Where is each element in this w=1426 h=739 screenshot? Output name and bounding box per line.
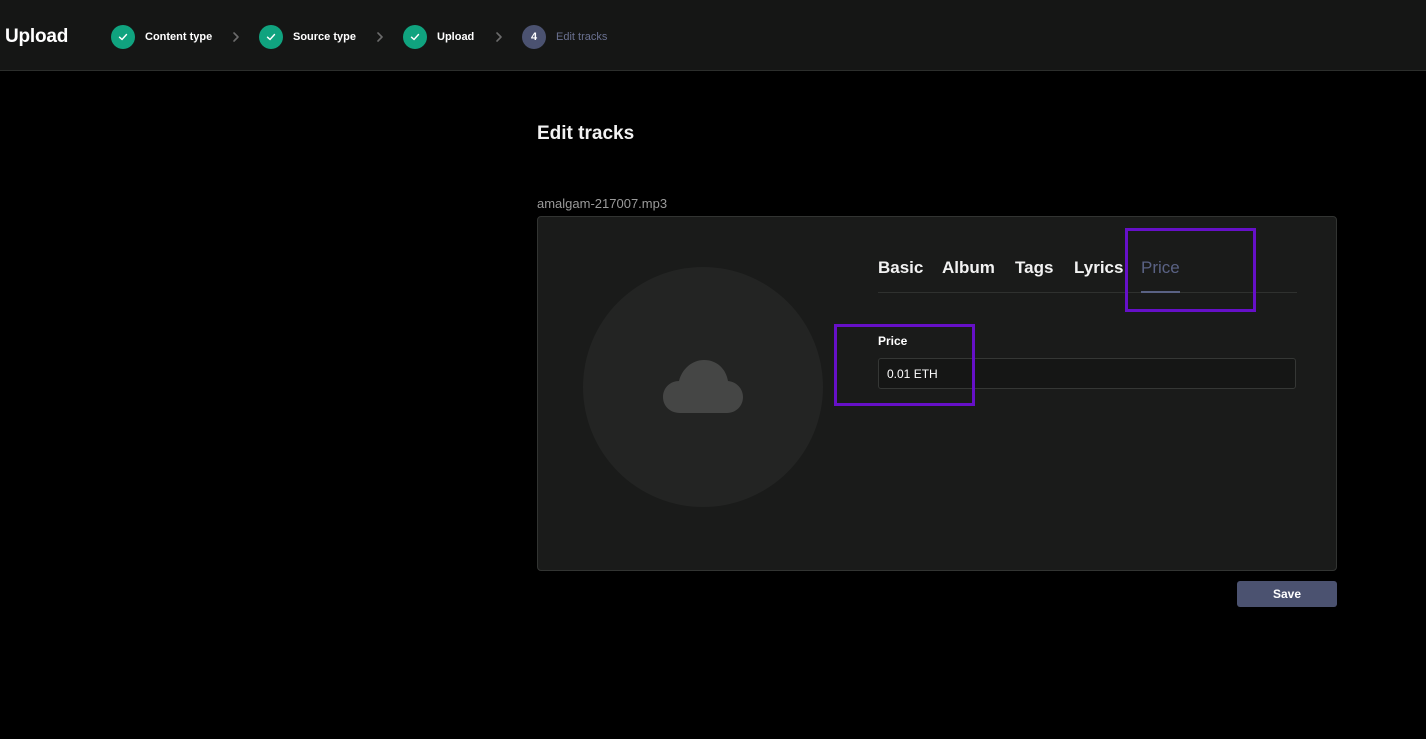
check-icon (111, 25, 135, 49)
tab-tags[interactable]: Tags (1015, 257, 1053, 293)
check-icon (259, 25, 283, 49)
price-input[interactable] (878, 358, 1296, 389)
tab-lyrics[interactable]: Lyrics (1074, 257, 1123, 293)
tab-price[interactable]: Price (1141, 257, 1180, 293)
track-edit-card: Basic Album Tags Lyrics Price Price (537, 216, 1337, 571)
cloud-icon (663, 360, 743, 413)
step-label: Source type (293, 31, 356, 43)
step-number-badge: 4 (522, 25, 546, 49)
step-source-type[interactable]: Source type (259, 25, 356, 49)
chevron-right-icon (496, 32, 502, 42)
file-name: amalgam-217007.mp3 (537, 196, 668, 211)
step-label: Content type (145, 31, 213, 43)
save-button[interactable]: Save (1237, 581, 1337, 607)
check-icon (403, 25, 427, 49)
artwork-upload[interactable] (583, 267, 823, 507)
step-content-type[interactable]: Content type (111, 25, 212, 49)
step-label: Edit tracks (556, 31, 608, 43)
chevron-right-icon (377, 32, 383, 42)
chevron-right-icon (233, 32, 239, 42)
step-upload[interactable]: Upload (403, 25, 474, 49)
tab-album[interactable]: Album (942, 257, 995, 293)
step-label: Upload (437, 31, 475, 43)
page-title: Edit tracks (537, 123, 635, 144)
app-title: Upload (5, 26, 69, 47)
price-label: Price (878, 334, 908, 348)
tab-basic[interactable]: Basic (878, 257, 923, 293)
step-edit-tracks[interactable]: 4 Edit tracks (522, 25, 607, 49)
tab-bar: Basic Album Tags Lyrics Price (878, 257, 1297, 293)
top-bar: Upload Content type Source type Upload 4… (0, 0, 1426, 71)
